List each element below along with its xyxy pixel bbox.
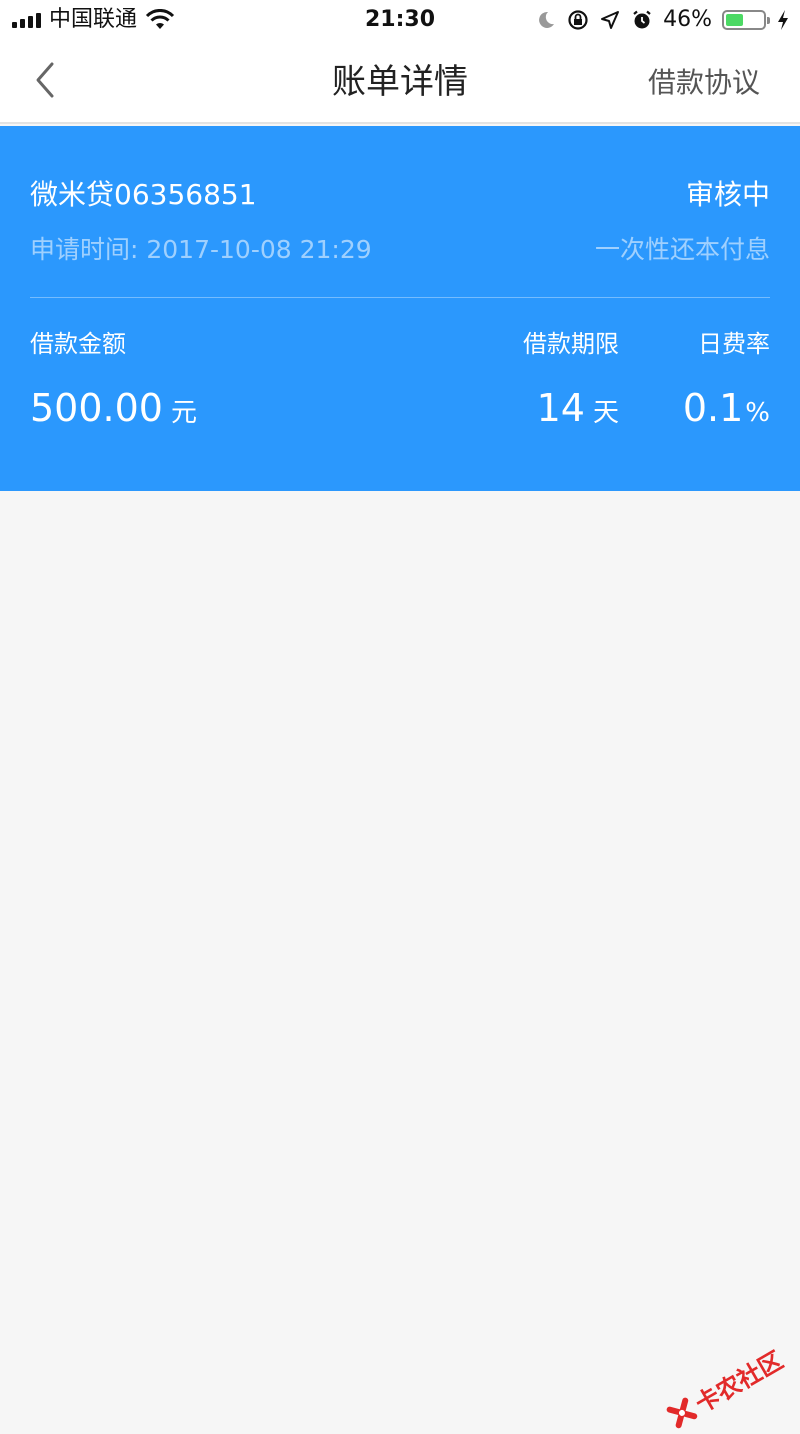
watermark: 卡农社区 [662, 1341, 789, 1434]
alarm-icon [633, 10, 651, 29]
battery-icon [722, 10, 770, 30]
apply-time: 申请时间: 2017-10-08 21:29 [30, 235, 372, 264]
divider [30, 297, 770, 298]
location-icon [601, 11, 620, 29]
daily-rate-value: 0.1% [683, 386, 770, 438]
loan-agreement-button[interactable]: 借款协议 [648, 66, 760, 100]
battery-percentage: 46% [663, 7, 712, 32]
charging-icon [778, 10, 788, 30]
loan-amount-unit: 元 [170, 398, 197, 428]
loan-term-number: 14 [536, 386, 585, 430]
loan-amount-number: 500.00 [30, 386, 163, 430]
status-bar: 中国联通 21:30 46% [0, 0, 800, 40]
status-badge: 审核中 [685, 178, 770, 211]
moon-icon [539, 11, 555, 28]
bill-summary-card: 微米贷06356851 审核中 申请时间: 2017-10-08 21:29 一… [0, 126, 800, 491]
battery-fill [726, 14, 743, 26]
loan-term-label: 借款期限 [523, 330, 619, 358]
rotation-lock-icon [568, 10, 588, 30]
loan-amount-value: 500.00 元 [30, 386, 197, 438]
repayment-type: 一次性还本付息 [594, 235, 770, 264]
loan-amount-label: 借款金额 [30, 330, 126, 358]
loan-term-unit: 天 [592, 398, 619, 428]
loan-term-value: 14 天 [537, 386, 619, 438]
bill-name: 微米贷06356851 [30, 178, 257, 211]
nav-bar: 账单详情 借款协议 [0, 40, 800, 124]
daily-rate-number: 0.1 [682, 386, 744, 430]
daily-rate-unit: % [745, 398, 770, 428]
status-right: 46% [535, 6, 790, 34]
watermark-text: 卡农社区 [690, 1346, 788, 1419]
daily-rate-label: 日费率 [698, 330, 770, 358]
